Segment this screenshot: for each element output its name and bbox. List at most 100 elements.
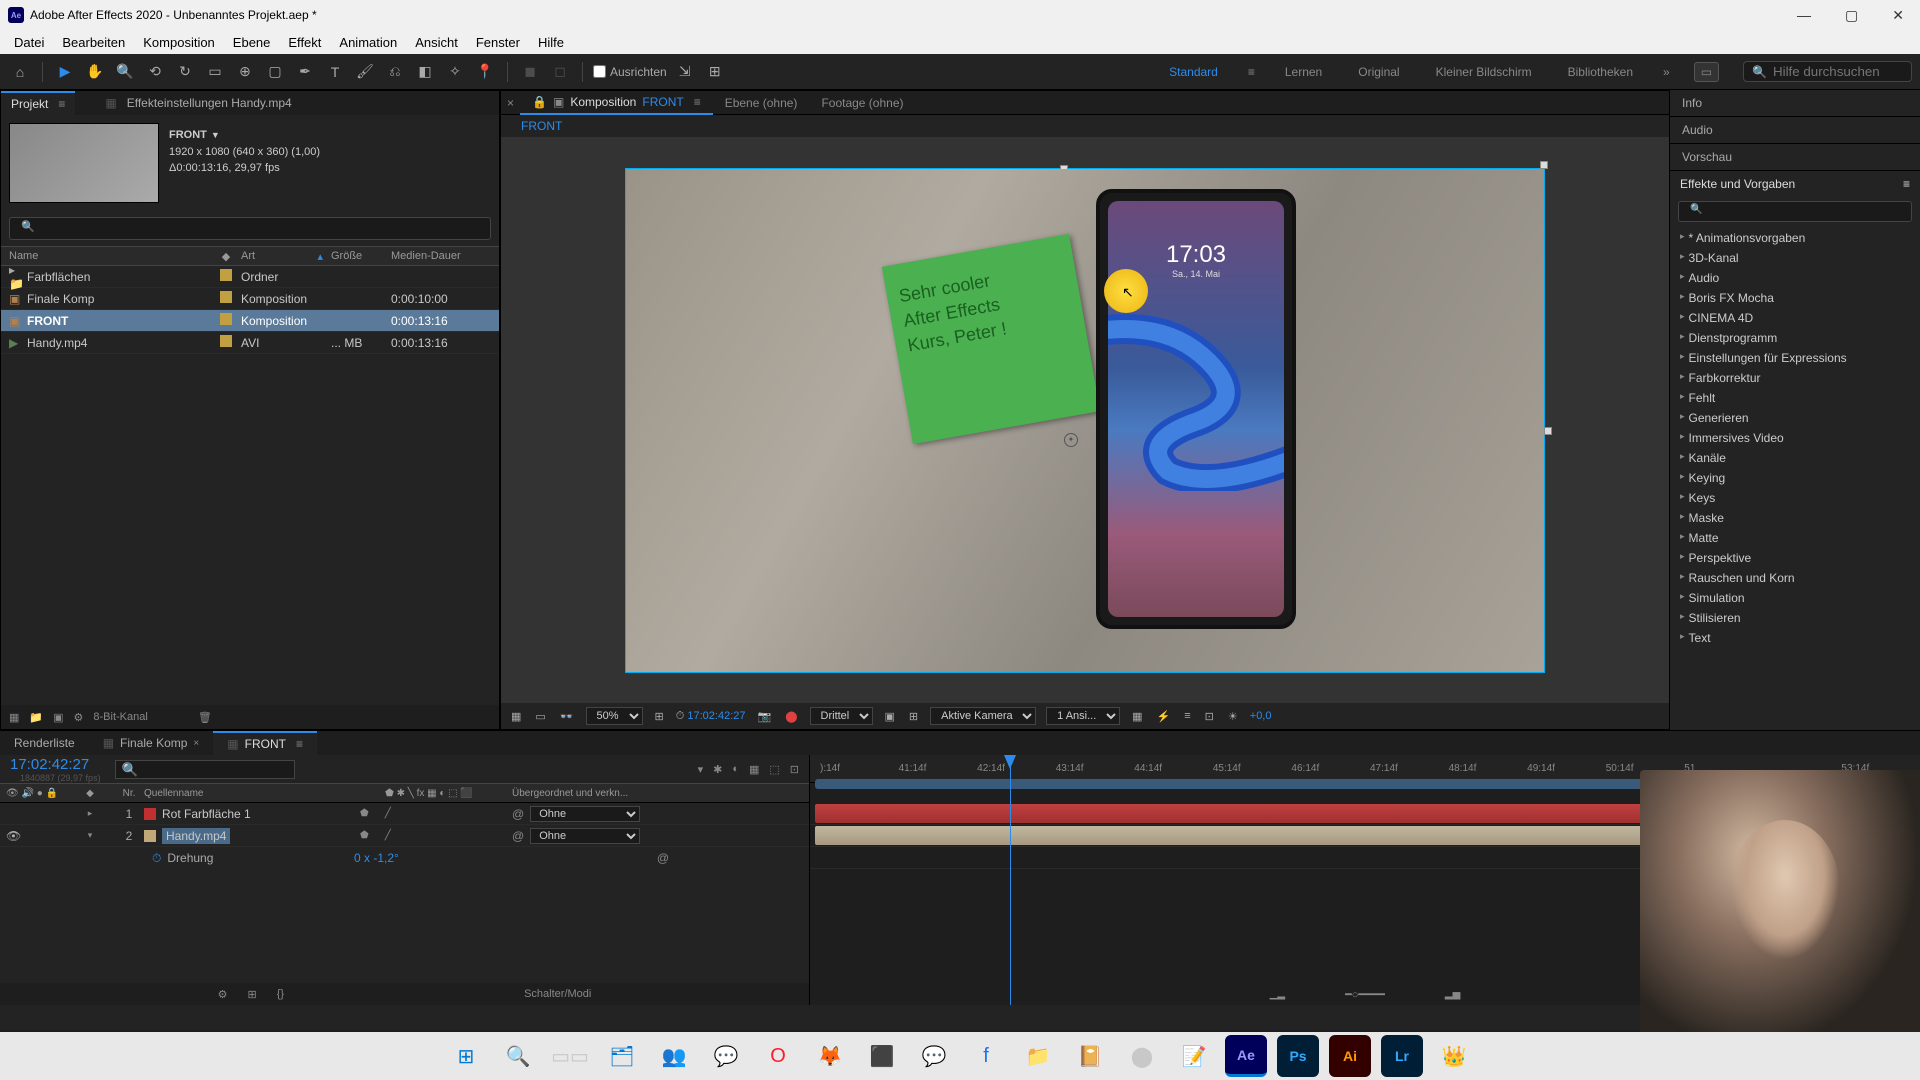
selection-handle[interactable] bbox=[1540, 161, 1548, 169]
menu-effekt[interactable]: Effekt bbox=[280, 33, 329, 52]
zoom-out-icon[interactable]: ▁▂ bbox=[1270, 989, 1285, 1000]
menu-komposition[interactable]: Komposition bbox=[135, 33, 223, 52]
close-icon[interactable]: × bbox=[193, 738, 199, 749]
rotation-value[interactable]: 0 x -1,2° bbox=[354, 851, 399, 865]
parent-dropdown[interactable]: Ohne bbox=[530, 828, 640, 844]
effects-category[interactable]: Keys bbox=[1674, 488, 1916, 508]
timeline-tab-render[interactable]: Renderliste bbox=[0, 732, 89, 754]
snapshot-icon[interactable]: 📷 bbox=[756, 708, 774, 725]
draft3d-icon[interactable]: ⬚ bbox=[769, 763, 779, 776]
preview-panel-header[interactable]: Vorschau bbox=[1670, 144, 1920, 171]
minimize-button[interactable]: — bbox=[1789, 5, 1819, 26]
taskbar-app1-icon[interactable]: ⬛ bbox=[861, 1035, 903, 1077]
taskbar-messenger-icon[interactable]: 💬 bbox=[913, 1035, 955, 1077]
pickwhip-icon[interactable]: @ bbox=[512, 829, 524, 843]
composition-viewer[interactable]: Sehr cooler After Effects Kurs, Peter ! … bbox=[501, 137, 1669, 703]
timeline-layer-1[interactable]: ▸ 1 Rot Farbfläche 1 ⬟╱ @Ohne bbox=[0, 803, 809, 825]
pickwhip-icon[interactable]: @ bbox=[512, 807, 524, 821]
interpret-footage-icon[interactable]: ▦ bbox=[9, 711, 19, 724]
shape-tool-icon[interactable]: ▢ bbox=[263, 60, 287, 84]
workspace-overflow-icon[interactable]: » bbox=[1663, 65, 1670, 79]
effects-category[interactable]: Maske bbox=[1674, 508, 1916, 528]
effects-panel-menu-icon[interactable]: ≡ bbox=[1903, 177, 1910, 191]
menu-ebene[interactable]: Ebene bbox=[225, 33, 279, 52]
taskbar-notepad-icon[interactable]: 📝 bbox=[1173, 1035, 1215, 1077]
effects-category[interactable]: Keying bbox=[1674, 468, 1916, 488]
zoom-in-icon[interactable]: ▂▅ bbox=[1445, 989, 1460, 1000]
shy-icon[interactable]: ▾ bbox=[698, 763, 704, 776]
effect-controls-tab[interactable]: ▦Effekteinstellungen Handy.mp4 bbox=[95, 92, 301, 114]
anchor-tool-icon[interactable]: ⊕ bbox=[233, 60, 257, 84]
rotate-tool-icon[interactable]: ↻ bbox=[173, 60, 197, 84]
effects-search-input[interactable] bbox=[1678, 201, 1912, 222]
roi-icon[interactable]: ▣ bbox=[883, 708, 897, 725]
toggle-brackets-icon[interactable]: {} bbox=[277, 988, 284, 1000]
taskbar-explorer-icon[interactable]: 🗂 bbox=[601, 1035, 643, 1077]
workspace-menu-icon[interactable]: ≡ bbox=[1248, 65, 1255, 79]
workspace-standard[interactable]: Standard bbox=[1163, 61, 1224, 83]
orbit-tool-icon[interactable]: ⟲ bbox=[143, 60, 167, 84]
taskbar-files-icon[interactable]: 📁 bbox=[1017, 1035, 1059, 1077]
graph-editor-icon[interactable]: ▦ bbox=[749, 763, 759, 776]
timeline-tab-finale[interactable]: ▦Finale Komp× bbox=[89, 732, 214, 754]
exposure-value[interactable]: +0,0 bbox=[1250, 710, 1272, 722]
project-settings-icon[interactable]: ⚙ bbox=[74, 711, 84, 724]
menu-hilfe[interactable]: Hilfe bbox=[530, 33, 572, 52]
taskbar-windows-icon[interactable]: ⊞ bbox=[445, 1035, 487, 1077]
taskbar-teams-icon[interactable]: 👥 bbox=[653, 1035, 695, 1077]
grid-icon[interactable]: ⊞ bbox=[907, 708, 920, 725]
timeline-layer-2[interactable]: 👁 ▾ 2 Handy.mp4 ⬟╱ @Ohne bbox=[0, 825, 809, 847]
effects-category[interactable]: Perspektive bbox=[1674, 548, 1916, 568]
layer-label-icon[interactable] bbox=[144, 830, 156, 842]
effects-category[interactable]: Audio bbox=[1674, 268, 1916, 288]
workspace-kleiner[interactable]: Kleiner Bildschirm bbox=[1430, 61, 1538, 83]
menu-animation[interactable]: Animation bbox=[331, 33, 405, 52]
pen-tool-icon[interactable]: ✒ bbox=[293, 60, 317, 84]
taskbar-facebook-icon[interactable]: f bbox=[965, 1035, 1007, 1077]
resolution-icon[interactable]: ⊞ bbox=[653, 708, 666, 725]
effects-category[interactable]: Matte bbox=[1674, 528, 1916, 548]
effects-category[interactable]: Einstellungen für Expressions bbox=[1674, 348, 1916, 368]
effects-category[interactable]: Boris FX Mocha bbox=[1674, 288, 1916, 308]
comp-tab-menu-icon[interactable]: ≡ bbox=[694, 95, 701, 109]
taskbar-lightroom-icon[interactable]: Lr bbox=[1381, 1035, 1423, 1077]
zoom-dropdown[interactable]: 50% bbox=[586, 707, 643, 725]
camera-tool-icon[interactable]: ▭ bbox=[203, 60, 227, 84]
toggle-mask-icon[interactable]: 👓 bbox=[558, 708, 576, 725]
taskbar-firefox-icon[interactable]: 🦊 bbox=[809, 1035, 851, 1077]
taskbar-opera-icon[interactable]: O bbox=[757, 1035, 799, 1077]
menu-datei[interactable]: Datei bbox=[6, 33, 52, 52]
roto-tool-icon[interactable]: ✧ bbox=[443, 60, 467, 84]
effects-category[interactable]: Generieren bbox=[1674, 408, 1916, 428]
eraser-tool-icon[interactable]: ◧ bbox=[413, 60, 437, 84]
selection-tool-icon[interactable]: ▶ bbox=[53, 60, 77, 84]
layer-label-icon[interactable] bbox=[144, 808, 156, 820]
resolution-dropdown[interactable]: Drittel bbox=[810, 707, 873, 725]
help-search-input[interactable] bbox=[1773, 64, 1903, 79]
brush-tool-icon[interactable]: 🖌 bbox=[353, 60, 377, 84]
taskbar-obs-icon[interactable]: ⬤ bbox=[1121, 1035, 1163, 1077]
taskbar-aftereffects-icon[interactable]: Ae bbox=[1225, 1035, 1267, 1077]
timeline-property-drehung[interactable]: ⏱Drehung 0 x -1,2° @ bbox=[0, 847, 809, 869]
stopwatch-icon[interactable]: ⏱ bbox=[152, 851, 161, 866]
taskbar-photoshop-icon[interactable]: Ps bbox=[1277, 1035, 1319, 1077]
taskbar-app2-icon[interactable]: 📔 bbox=[1069, 1035, 1111, 1077]
expression-pickwhip-icon[interactable]: @ bbox=[657, 851, 669, 865]
effects-category[interactable]: CINEMA 4D bbox=[1674, 308, 1916, 328]
menu-bearbeiten[interactable]: Bearbeiten bbox=[54, 33, 133, 52]
workspace-original[interactable]: Original bbox=[1352, 61, 1405, 83]
flowchart-icon[interactable]: ⊡ bbox=[1203, 708, 1216, 725]
comp-close-icon[interactable]: × bbox=[501, 96, 520, 110]
taskbar-search-icon[interactable]: 🔍 bbox=[497, 1035, 539, 1077]
parent-dropdown[interactable]: Ohne bbox=[530, 806, 640, 822]
project-tab[interactable]: Projekt≡ bbox=[1, 91, 75, 115]
timeline-tab-menu-icon[interactable]: ≡ bbox=[296, 737, 303, 751]
frame-blend-icon[interactable]: ✱ bbox=[713, 763, 722, 776]
timeline-icon[interactable]: ≡ bbox=[1182, 708, 1192, 724]
bpc-button[interactable]: 8-Bit-Kanal bbox=[93, 711, 147, 723]
home-icon[interactable]: ⌂ bbox=[8, 60, 32, 84]
stroke-icon[interactable]: ◻ bbox=[548, 60, 572, 84]
workspace-bibliotheken[interactable]: Bibliotheken bbox=[1562, 61, 1639, 83]
new-folder-icon[interactable]: 📁 bbox=[29, 711, 43, 724]
toggle-alpha-icon[interactable]: ▦ bbox=[509, 708, 523, 725]
